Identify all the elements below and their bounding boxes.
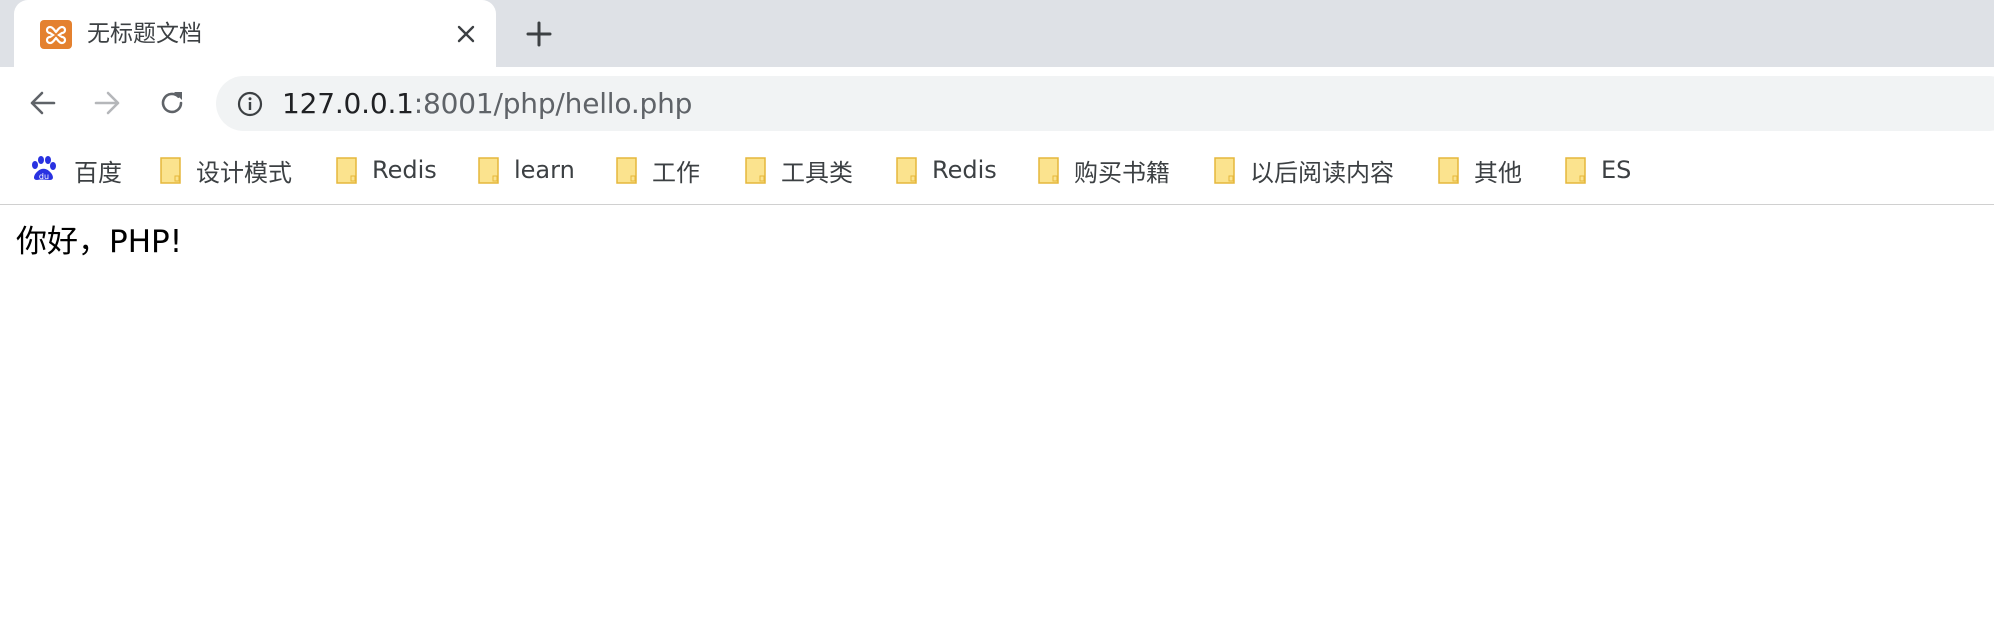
- bookmark-folder-tools[interactable]: 工具类: [745, 153, 853, 187]
- folder-icon: [336, 156, 357, 184]
- reload-button[interactable]: [154, 85, 190, 121]
- bookmark-label: Redis: [932, 156, 997, 184]
- info-icon[interactable]: [236, 90, 264, 118]
- bookmark-folder-design-patterns[interactable]: 设计模式: [160, 153, 292, 187]
- bookmark-baidu[interactable]: du 百度: [28, 153, 122, 187]
- bookmark-label: 设计模式: [196, 158, 292, 187]
- bookmark-folder-work[interactable]: 工作: [616, 153, 700, 187]
- baidu-icon: du: [32, 156, 56, 181]
- browser-toolbar: 127.0.0.1:8001/php/hello.php: [0, 67, 1994, 139]
- bookmark-folder-books[interactable]: 购买书籍: [1038, 153, 1170, 187]
- tab-title: 无标题文档: [87, 21, 202, 47]
- folder-icon: [478, 156, 499, 184]
- bookmark-label: 购买书籍: [1074, 158, 1170, 187]
- bookmark-label: Redis: [372, 156, 437, 184]
- bookmark-label: learn: [514, 156, 575, 184]
- svg-text:du: du: [39, 172, 49, 181]
- reload-icon: [161, 92, 183, 114]
- folder-icon: [745, 156, 766, 184]
- tab-strip: 无标题文档: [0, 0, 1994, 67]
- folder-icon: [1038, 156, 1059, 184]
- folder-icon: [1214, 156, 1235, 184]
- bookmark-label: ES: [1601, 156, 1632, 184]
- forward-arrow-icon: [94, 91, 120, 115]
- xampp-icon: [40, 20, 72, 49]
- bookmark-folder-redis[interactable]: Redis: [336, 153, 437, 187]
- bookmark-folder-redis-2[interactable]: Redis: [896, 153, 997, 187]
- folder-icon: [160, 156, 181, 184]
- bookmark-folder-other[interactable]: 其他: [1438, 153, 1522, 187]
- active-tab[interactable]: 无标题文档: [14, 0, 496, 67]
- page-body-text: 你好，PHP!: [16, 224, 183, 260]
- bookmark-folder-es[interactable]: ES: [1565, 153, 1631, 187]
- bookmark-label: 工作: [652, 158, 700, 187]
- close-icon[interactable]: [452, 20, 480, 48]
- bookmarks-bar: du 百度 设计模式 Redis learn 工作 工具类 Redis 购买书籍…: [0, 139, 1994, 205]
- url-path: :8001/php/hello.php: [413, 87, 693, 120]
- folder-icon: [1438, 156, 1459, 184]
- new-tab-button[interactable]: [521, 16, 557, 52]
- url-text[interactable]: 127.0.0.1:8001/php/hello.php: [282, 87, 692, 121]
- bookmark-label: 工具类: [781, 158, 853, 187]
- back-button[interactable]: [25, 85, 61, 121]
- bookmark-folder-learn[interactable]: learn: [478, 153, 575, 187]
- back-arrow-icon: [30, 91, 56, 115]
- folder-icon: [896, 156, 917, 184]
- folder-icon: [1565, 156, 1586, 184]
- bookmark-label: 以后阅读内容: [1250, 158, 1394, 187]
- url-host: 127.0.0.1: [282, 87, 414, 120]
- forward-button[interactable]: [89, 85, 125, 121]
- bookmark-label: 百度: [74, 158, 122, 187]
- address-bar[interactable]: 127.0.0.1:8001/php/hello.php: [216, 76, 1994, 131]
- bookmark-folder-read-later[interactable]: 以后阅读内容: [1214, 153, 1394, 187]
- folder-icon: [616, 156, 637, 184]
- plus-icon: [526, 21, 552, 47]
- bookmark-label: 其他: [1474, 158, 1522, 187]
